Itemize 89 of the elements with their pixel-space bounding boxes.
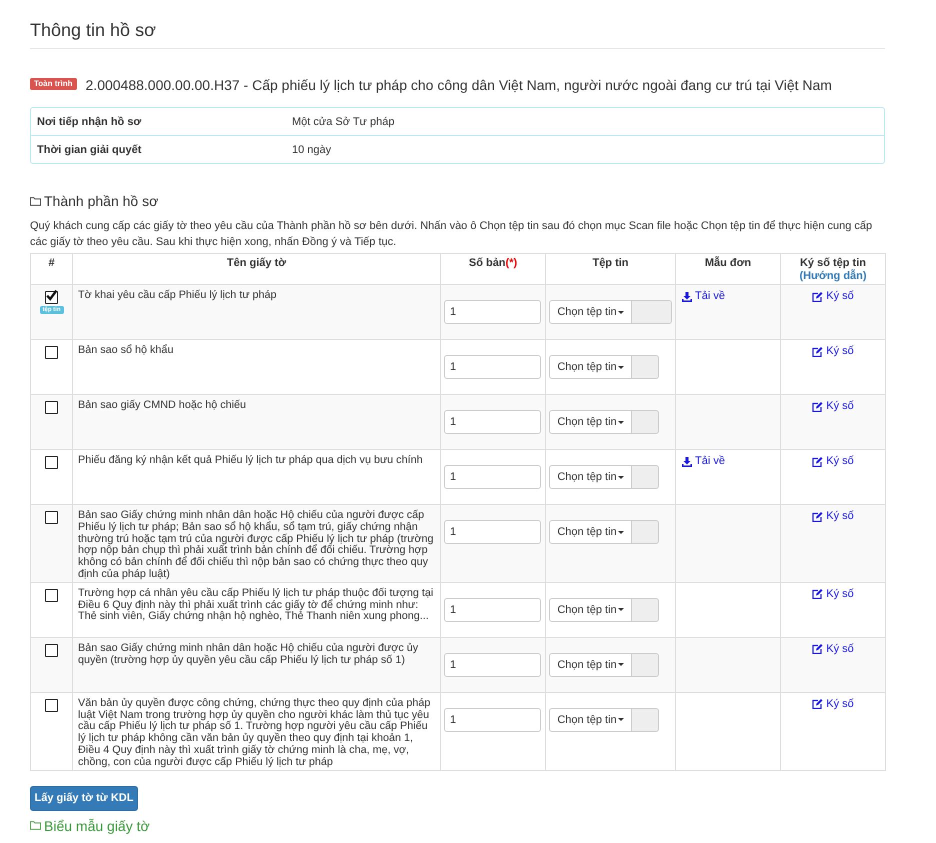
document-name: Trường hợp cá nhân yêu cầu cấp Phiếu lý lịch tư pháp thuộc đối tượng tại Điều 6 Quy định này thì phải xuất trình các giấy tờ để chứng minh như: Thẻ sinh viên, Giấy chứng nhận hộ nghèo, Thẻ Thanh niên xung phong... bbox=[78, 588, 434, 624]
document-name: Bản sao sổ hộ khẩu bbox=[78, 345, 174, 358]
copies-field[interactable]: 1 bbox=[444, 410, 541, 434]
copies-field[interactable]: 1 bbox=[444, 465, 541, 489]
caret-icon bbox=[618, 608, 624, 612]
edit-icon bbox=[812, 589, 824, 600]
choose-file-button[interactable]: Chọn tệp tin bbox=[549, 300, 632, 324]
sign-link[interactable]: Ký số bbox=[812, 345, 854, 358]
caret-icon bbox=[618, 718, 624, 722]
copies-field[interactable]: 1 bbox=[444, 652, 541, 677]
caret-icon bbox=[618, 310, 624, 314]
row-checkbox[interactable] bbox=[45, 511, 58, 524]
row-checkbox[interactable] bbox=[45, 291, 58, 304]
edit-icon bbox=[812, 699, 824, 710]
column-header: Mẫu đơn bbox=[704, 257, 752, 269]
info-label: Nơi tiếp nhận hồ sơ bbox=[37, 116, 142, 128]
info-label: Thời gian giải quyết bbox=[37, 144, 142, 156]
column-header: Tên giấy tờ bbox=[226, 257, 286, 269]
choose-file-button[interactable]: Chọn tệp tin bbox=[549, 708, 632, 732]
file-name-field[interactable] bbox=[632, 652, 659, 677]
caret-icon bbox=[618, 476, 624, 478]
page-title: Thông tin hồ sơ bbox=[30, 20, 885, 49]
choose-file-button[interactable]: Chọn tệp tin bbox=[549, 652, 632, 677]
info-value: Một cửa Sở Tư pháp bbox=[292, 116, 394, 128]
file-name-field[interactable] bbox=[632, 355, 659, 379]
document-name: Văn bản ủy quyền được công chứng, chứng thực theo quy định của pháp luật Việt Nam trong trường hợp ủy quyền cho người khác làm thủ tục yêu cầu cấp Phiếu lý lịch tư pháp số 1. Trường hợp người yêu cầu cấp Phiếu lý lịch tư pháp không cần văn bản ủy quyền theo quy định tại khoản 1, Điều 4 Quy định này thì xuất trình giấy tờ chứng minh là cha, mẹ, vợ, chồng, con của người được cấp Phiếu lý lịch tư pháp bbox=[78, 698, 432, 770]
file-name-field[interactable] bbox=[632, 520, 659, 544]
file-name-field[interactable] bbox=[632, 300, 672, 324]
edit-icon bbox=[812, 644, 824, 654]
row-checkbox[interactable] bbox=[45, 698, 58, 712]
column-header: Số bản bbox=[468, 257, 506, 269]
document-name: Phiếu đăng ký nhận kết quả Phiếu lý lịch tư pháp qua dịch vụ bưu chính bbox=[78, 455, 424, 468]
column-header: # bbox=[48, 257, 55, 269]
section-heading: Thành phần hồ sơ bbox=[44, 192, 158, 210]
caret-icon bbox=[618, 366, 624, 368]
guide-link[interactable]: (Hướng dẫn) bbox=[799, 270, 867, 282]
caret-icon bbox=[618, 663, 624, 666]
required-mark: (*) bbox=[506, 257, 518, 269]
caret-icon bbox=[618, 530, 624, 534]
sign-link[interactable]: Ký số bbox=[812, 290, 854, 303]
sign-link[interactable]: Ký số bbox=[812, 510, 854, 523]
edit-icon bbox=[812, 346, 824, 356]
edit-icon bbox=[812, 292, 824, 302]
instructions-text: Quý khách cung cấp các giấy tờ theo yêu cầu của Thành phần hồ sơ bên dưới. Nhấn vào ô Chọn tệp tin sau đó chọn mục Scan file hoặc Chọn tệp tin để thực hiện cung cấp các giấy tờ theo yêu cầu. Sau khi thực hiện xong, nhấn Đồng ý và Tiếp tục. bbox=[30, 219, 874, 250]
copies-field[interactable]: 1 bbox=[444, 520, 541, 544]
sign-link[interactable]: Ký số bbox=[812, 642, 854, 656]
row-checkbox[interactable] bbox=[45, 456, 58, 469]
procedure-title: 2.000488.000.00.00.H37 - Cấp phiếu lý lịch tư pháp cho công dân Việt Nam, người nước ngoài đang cư trú tại Việt Nam bbox=[86, 76, 832, 94]
copies-field[interactable]: 1 bbox=[444, 598, 541, 622]
download-icon bbox=[682, 292, 692, 302]
choose-file-button[interactable]: Chọn tệp tin bbox=[549, 410, 632, 434]
choose-file-button[interactable]: Chọn tệp tin bbox=[549, 465, 632, 489]
templates-link[interactable]: Biểu mẫu giấy tờ bbox=[30, 816, 150, 835]
document-name: Tờ khai yêu cầu cấp Phiếu lý lịch tư pháp bbox=[78, 290, 278, 303]
choose-file-button[interactable]: Chọn tệp tin bbox=[549, 520, 632, 544]
info-value: 10 ngày bbox=[292, 144, 332, 156]
edit-icon bbox=[812, 402, 824, 412]
choose-file-button[interactable]: Chọn tệp tin bbox=[549, 598, 632, 622]
file-name-field[interactable] bbox=[632, 410, 659, 434]
copies-field[interactable]: 1 bbox=[444, 300, 541, 324]
column-header: Tệp tin bbox=[592, 257, 629, 269]
row-checkbox[interactable] bbox=[45, 346, 58, 359]
choose-file-button[interactable]: Chọn tệp tin bbox=[549, 355, 632, 379]
sign-link[interactable]: Ký số bbox=[812, 455, 854, 468]
folder-icon bbox=[30, 196, 41, 206]
download-link[interactable]: Tải về bbox=[682, 290, 725, 303]
file-name-field[interactable] bbox=[632, 598, 659, 622]
file-name-field[interactable] bbox=[632, 465, 659, 489]
document-name: Bản sao Giấy chứng minh nhân dân hoặc Hộ chiếu của người được ủy quyền (trường hợp ủy quyền yêu cầu cấp Phiếu lý lịch tư pháp số 1) bbox=[78, 642, 420, 668]
row-checkbox[interactable] bbox=[45, 588, 58, 602]
sign-link[interactable]: Ký số bbox=[812, 400, 854, 413]
edit-icon bbox=[812, 456, 824, 466]
copies-field[interactable]: 1 bbox=[444, 355, 541, 379]
scope-badge: Toàn trình bbox=[30, 78, 77, 90]
column-header: Ký số tệp tin bbox=[800, 257, 866, 269]
edit-icon bbox=[812, 512, 824, 522]
document-name: Bản sao giấy CMND hoặc hộ chiếu bbox=[78, 400, 248, 413]
sign-link[interactable]: Ký số bbox=[812, 588, 854, 601]
copies-field[interactable]: 1 bbox=[444, 708, 541, 732]
row-checkbox[interactable] bbox=[45, 644, 58, 657]
download-link[interactable]: Tải về bbox=[682, 455, 725, 468]
fetch-documents-button[interactable]: Lấy giấy tờ từ KDL bbox=[30, 786, 138, 811]
sign-link[interactable]: Ký số bbox=[812, 698, 854, 711]
file-name-field[interactable] bbox=[632, 708, 659, 732]
row-checkbox[interactable] bbox=[45, 401, 58, 414]
document-name: Bản sao Giấy chứng minh nhân dân hoặc Hộ chiếu của người được cấp Phiếu lý lịch tư pháp; Bản sao sổ hộ khẩu, sổ tạm trú, giấy chứng nhận thường trú hoặc tạm trú của người được cấp Phiếu lý lịch tư pháp (trường hợp nộp bản chụp thì phải xuất trình bản chính để đối chiếu. Trường hợp không có bản chính để đối chiếu thì nộp bản sao có chứng thực theo quy định của pháp luật) bbox=[78, 510, 435, 582]
folder-icon bbox=[30, 821, 41, 830]
caret-icon bbox=[618, 420, 624, 424]
download-icon bbox=[682, 456, 692, 466]
